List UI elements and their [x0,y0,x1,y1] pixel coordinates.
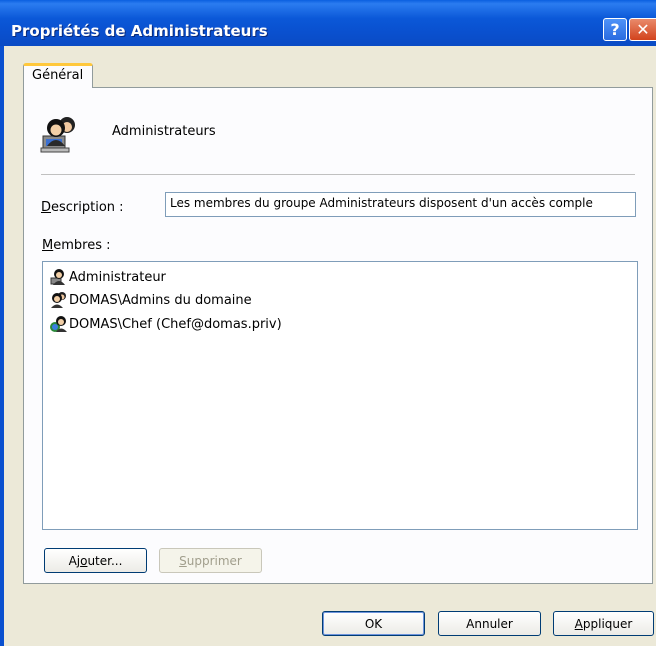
window-border [0,46,4,646]
description-field[interactable]: Les membres du groupe Administrateurs di… [165,192,636,217]
user-icon [50,269,65,285]
list-item[interactable]: Administrateur [50,267,166,287]
group-name: Administrateurs [112,124,216,139]
member-name: DOMAS\Chef (Chef@domas.priv) [69,316,282,332]
member-name: Administrateur [69,269,166,285]
description-label: Description : [41,200,124,215]
title-bar[interactable]: Propriétés de Administrateurs ? ✕ [0,0,656,46]
group-icon [40,117,75,153]
tab-general[interactable]: Général [23,63,93,88]
window-title: Propriétés de Administrateurs [11,22,268,40]
group-icon [51,292,66,308]
cancel-button[interactable]: Annuler [438,611,541,636]
remove-button[interactable]: Supprimer [159,548,262,573]
list-item[interactable]: DOMAS\Admins du domaine [50,290,252,310]
close-icon: ✕ [636,20,650,39]
help-button[interactable]: ? [603,18,627,41]
apply-button[interactable]: Appliquer [553,611,654,636]
ok-button[interactable]: OK [322,611,425,636]
members-list[interactable]: Administrateur DOMAS\Admins du domaine D… [42,261,638,530]
separator [41,174,635,175]
help-icon: ? [610,20,620,39]
member-name: DOMAS\Admins du domaine [69,292,252,308]
domain-user-icon [50,316,67,332]
add-button[interactable]: Aj o uter... [44,548,147,573]
members-label: Membres : [42,238,111,253]
close-button[interactable]: ✕ [629,18,656,41]
tab-general-label: Général [32,68,84,83]
list-item[interactable]: DOMAS\Chef (Chef@domas.priv) [50,314,282,334]
